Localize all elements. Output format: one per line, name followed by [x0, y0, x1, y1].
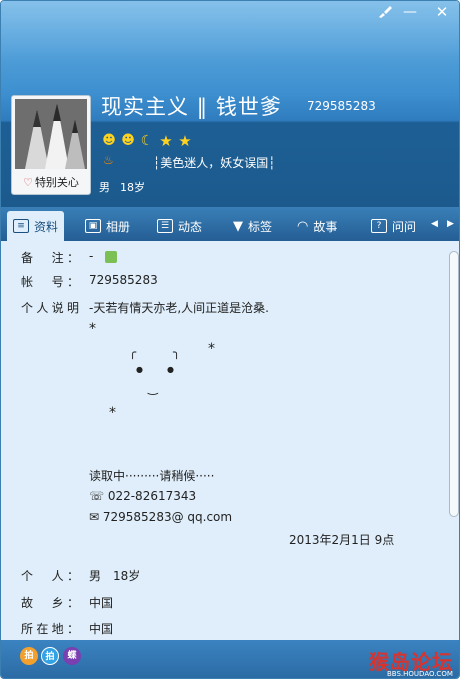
sun-icon: ☻: [121, 133, 135, 148]
art-brow-right: ╮: [173, 345, 181, 359]
profile-window: — ✕ ♡ 特别关心 现实主义 ‖ 钱世爹 729585283 ☻ ☻ ☾ ★ …: [0, 0, 460, 679]
tab-label: 相册: [106, 219, 131, 234]
profile-header: — ✕ ♡ 特别关心 现实主义 ‖ 钱世爹 729585283 ☻ ☻ ☾ ★ …: [1, 1, 459, 207]
photo-icon: ▣: [85, 219, 101, 233]
profile-content: 备 注： - 帐 号： 729585283 个人说明 -天若有情天亦老,人间正道…: [1, 241, 459, 640]
phone: ☏ 022-82617343: [89, 489, 197, 503]
hometown-value: 中国: [89, 596, 114, 610]
tab-tags[interactable]: ▼ 标签: [227, 211, 278, 241]
art-star: *: [89, 321, 96, 337]
age: 18岁: [120, 181, 145, 194]
moon-icon: ☾: [140, 133, 154, 149]
tab-story[interactable]: ◠ 故事: [291, 211, 343, 241]
art-star: *: [109, 405, 116, 421]
question-icon: ?: [371, 219, 387, 233]
id-card-icon: ≡: [13, 219, 29, 233]
art-mouth: ‿: [148, 381, 158, 395]
tabs-next-arrow-icon[interactable]: ▶: [447, 219, 457, 231]
close-button[interactable]: ✕: [431, 3, 453, 21]
qq-number: 729585283: [307, 99, 376, 113]
tab-feed[interactable]: ☰ 动态: [151, 211, 208, 241]
signature: ┆美色迷人，妖女误国┆: [153, 156, 276, 170]
footer-bar: 拍 拍 蝶 猴岛论坛 BBS.HOUDAO.COM: [1, 640, 459, 678]
tab-label: 资料: [34, 219, 59, 234]
description-line: -天若有情天亦老,人间正道是沧桑.: [89, 301, 269, 315]
brush-icon[interactable]: [374, 3, 396, 21]
butterfly-icon[interactable]: 蝶: [63, 647, 81, 665]
flame-icon: ♨: [103, 153, 114, 167]
description-label: 个人说明: [21, 301, 79, 315]
tab-label: 动态: [178, 219, 203, 234]
bookmark-icon: ▼: [233, 218, 243, 234]
remark-value[interactable]: -: [89, 249, 118, 263]
heart-icon: ♡: [23, 176, 33, 189]
gender-age: 男 18岁: [99, 179, 155, 195]
watermark-url: BBS.HOUDAO.COM: [387, 670, 453, 678]
loading-text: 读取中·········请稍候·····: [89, 469, 215, 483]
list-icon: ☰: [157, 219, 173, 233]
tab-profile[interactable]: ≡ 资料: [7, 211, 65, 241]
avatar-photo: [15, 99, 87, 169]
tabs-prev-arrow-icon[interactable]: ◀: [431, 219, 441, 231]
date: 2013年2月1日 9点: [289, 533, 395, 547]
avatar[interactable]: ♡ 特别关心: [11, 95, 91, 195]
app-icon[interactable]: 拍: [20, 647, 38, 665]
person-label: 个 人：: [21, 569, 79, 583]
art-brow-left: ╭: [129, 345, 137, 359]
art-eye-right: ●: [167, 365, 174, 374]
rainbow-icon: ◠: [297, 218, 309, 234]
tab-bar: ≡ 资料 ▣ 相册 ☰ 动态 ▼ 标签 ◠ 故事 ? 问问 ◀ ▶: [1, 207, 459, 241]
special-care-label: 特别关心: [34, 176, 79, 189]
star-icon: ★: [178, 132, 192, 150]
person-value: 男 18岁: [89, 569, 141, 583]
level-badges: ☻ ☻ ☾ ★ ★: [101, 133, 193, 151]
account-label: 帐 号：: [21, 275, 79, 289]
location-value: 中国: [89, 622, 114, 636]
remark-text: -: [89, 249, 94, 263]
location-label: 所在地：: [21, 622, 79, 636]
account-value: 729585283: [89, 273, 158, 287]
special-care-button[interactable]: ♡ 特别关心: [12, 174, 90, 192]
tab-label: 标签: [248, 219, 273, 234]
nickname: 现实主义 ‖ 钱世爹: [101, 95, 282, 119]
star-icon: ★: [159, 132, 173, 150]
sun-icon: ☻: [102, 133, 116, 148]
tab-ask[interactable]: ? 问问: [365, 211, 422, 241]
remark-label: 备 注：: [21, 251, 79, 265]
edit-icon[interactable]: [105, 250, 118, 263]
hometown-label: 故 乡：: [21, 596, 79, 610]
art-star: *: [208, 341, 215, 357]
tab-label: 问问: [392, 219, 417, 234]
gender: 男: [99, 181, 110, 194]
scrollbar[interactable]: [449, 251, 459, 517]
tab-album[interactable]: ▣ 相册: [79, 211, 136, 241]
email: ✉ 729585283@ qq.com: [89, 510, 233, 524]
art-eye-left: ●: [136, 365, 143, 374]
tab-label: 故事: [313, 219, 338, 234]
app-icon[interactable]: 拍: [41, 647, 59, 665]
minimize-button[interactable]: —: [399, 3, 421, 21]
